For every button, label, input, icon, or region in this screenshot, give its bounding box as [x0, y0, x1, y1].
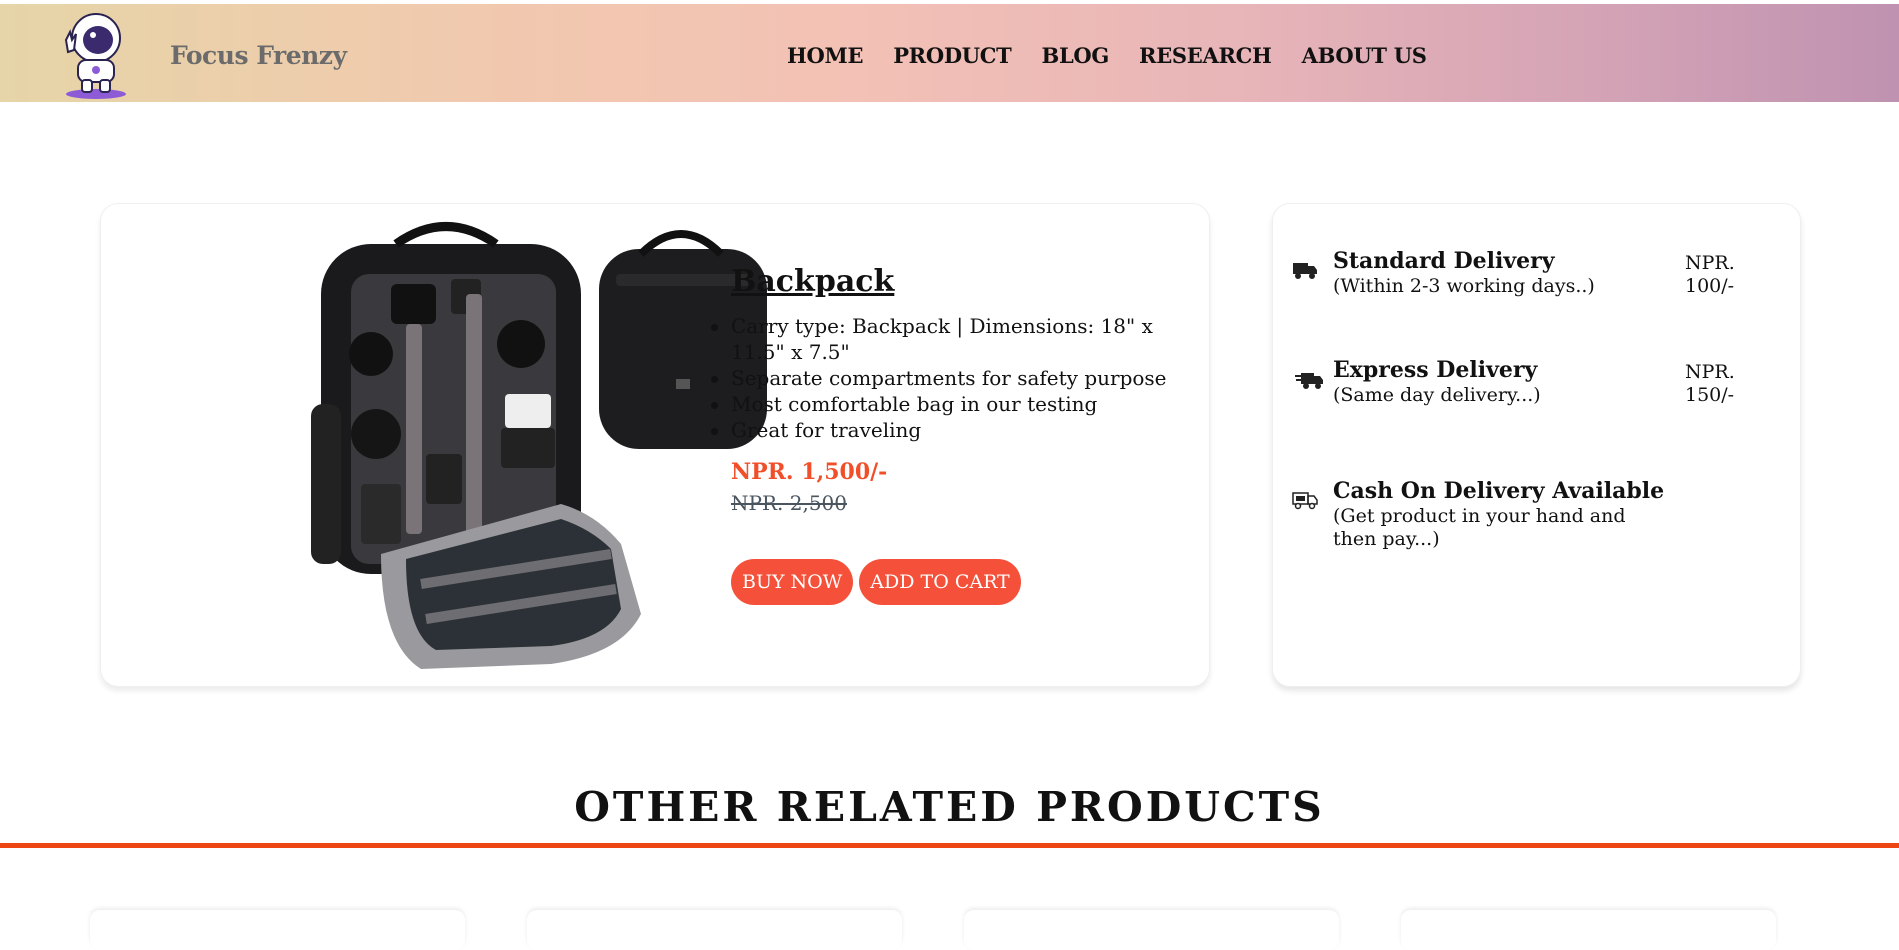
product-card: Backpack Carry type: Backpack | Dimensio…: [100, 203, 1210, 687]
action-buttons: BUY NOW ADD TO CART: [731, 559, 1191, 605]
main-nav: HOME PRODUCT BLOG RESEARCH ABOUT US: [787, 43, 1427, 68]
original-price: NPR. 2,500: [731, 491, 847, 515]
related-products-heading: OTHER RELATED PRODUCTS: [574, 783, 1325, 831]
delivery-price: NPR. 150/-: [1685, 361, 1735, 406]
add-to-cart-button[interactable]: ADD TO CART: [859, 559, 1021, 605]
current-price: NPR. 1,500/-: [731, 459, 888, 485]
express-truck-icon: [1295, 373, 1323, 389]
nav-blog[interactable]: BLOG: [1042, 43, 1110, 68]
delivery-title: Standard Delivery: [1333, 248, 1555, 274]
nav-product[interactable]: PRODUCT: [893, 43, 1012, 68]
nav-home[interactable]: HOME: [787, 43, 863, 68]
delivery-price: NPR. 100/-: [1685, 252, 1735, 297]
delivery-title: Express Delivery: [1333, 357, 1538, 383]
brand-name[interactable]: Focus Frenzy: [170, 41, 347, 70]
product-title: Backpack: [731, 264, 895, 299]
related-product-card[interactable]: [1401, 910, 1776, 950]
related-product-card[interactable]: [90, 910, 465, 950]
delivery-truck-icon: [1293, 263, 1317, 279]
nav-research[interactable]: RESEARCH: [1139, 43, 1272, 68]
delivery-subtitle: (Same day delivery...): [1333, 384, 1541, 406]
nav-about-us[interactable]: ABOUT US: [1302, 43, 1427, 68]
astronaut-logo-icon[interactable]: [60, 10, 132, 100]
delivery-title: Cash On Delivery Available: [1333, 478, 1665, 504]
feature-list: Carry type: Backpack | Dimensions: 18" x…: [711, 313, 1191, 443]
product-details: Backpack Carry type: Backpack | Dimensio…: [711, 264, 1191, 605]
feature-item: Great for traveling: [711, 417, 1191, 443]
delivery-info-card: Standard Delivery (Within 2-3 working da…: [1272, 203, 1801, 687]
backpack-product-image: [311, 222, 767, 669]
buy-now-button[interactable]: BUY NOW: [731, 559, 854, 605]
delivery-subtitle: (Get product in your hand and then pay..…: [1333, 505, 1626, 550]
feature-item: Carry type: Backpack | Dimensions: 18" x…: [711, 313, 1191, 365]
related-product-card[interactable]: [964, 910, 1339, 950]
feature-item: Separate compartments for safety purpose: [711, 365, 1191, 391]
top-navbar: Focus Frenzy HOME PRODUCT BLOG RESEARCH …: [0, 4, 1899, 102]
feature-item: Most comfortable bag in our testing: [711, 391, 1191, 417]
section-divider: [0, 843, 1899, 848]
delivery-subtitle: (Within 2-3 working days..): [1333, 275, 1595, 297]
cod-truck-icon: [1292, 492, 1318, 510]
related-product-card[interactable]: [527, 910, 902, 950]
